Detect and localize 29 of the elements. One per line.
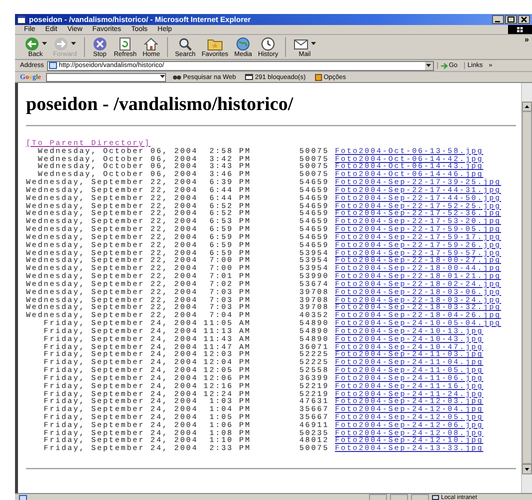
arrow-right-icon <box>53 36 70 50</box>
dropdown-caret-icon <box>311 42 316 46</box>
computer-icon <box>432 495 439 500</box>
page-heading: poseidon - /vandalismo/historico/ <box>25 93 294 115</box>
binoculars-icon <box>173 74 182 80</box>
logo-icon <box>508 25 532 34</box>
page-icon <box>48 62 57 69</box>
globe-icon <box>235 36 252 50</box>
house-icon <box>143 36 160 50</box>
caret-icon <box>160 75 166 79</box>
window-icon <box>245 74 254 80</box>
dropdown-caret-icon <box>42 42 47 46</box>
caret-icon <box>426 64 432 68</box>
arrow-left-icon <box>24 36 40 50</box>
envelope-icon <box>293 36 310 50</box>
minimize-icon[interactable] <box>492 15 504 24</box>
star-folder-icon <box>206 36 223 50</box>
arrow-right-icon <box>440 62 448 68</box>
gear-icon <box>314 74 322 80</box>
more-chevron[interactable]: » <box>524 35 532 44</box>
close-icon[interactable] <box>518 15 530 24</box>
dropdown-caret-icon <box>71 42 76 46</box>
search-field[interactable] <box>46 72 166 82</box>
clock-icon <box>260 36 276 50</box>
app-icon <box>17 15 26 24</box>
refresh-icon <box>117 36 134 50</box>
stop-icon <box>92 36 108 50</box>
maximize-icon[interactable] <box>505 15 517 24</box>
search-icon <box>177 36 194 50</box>
